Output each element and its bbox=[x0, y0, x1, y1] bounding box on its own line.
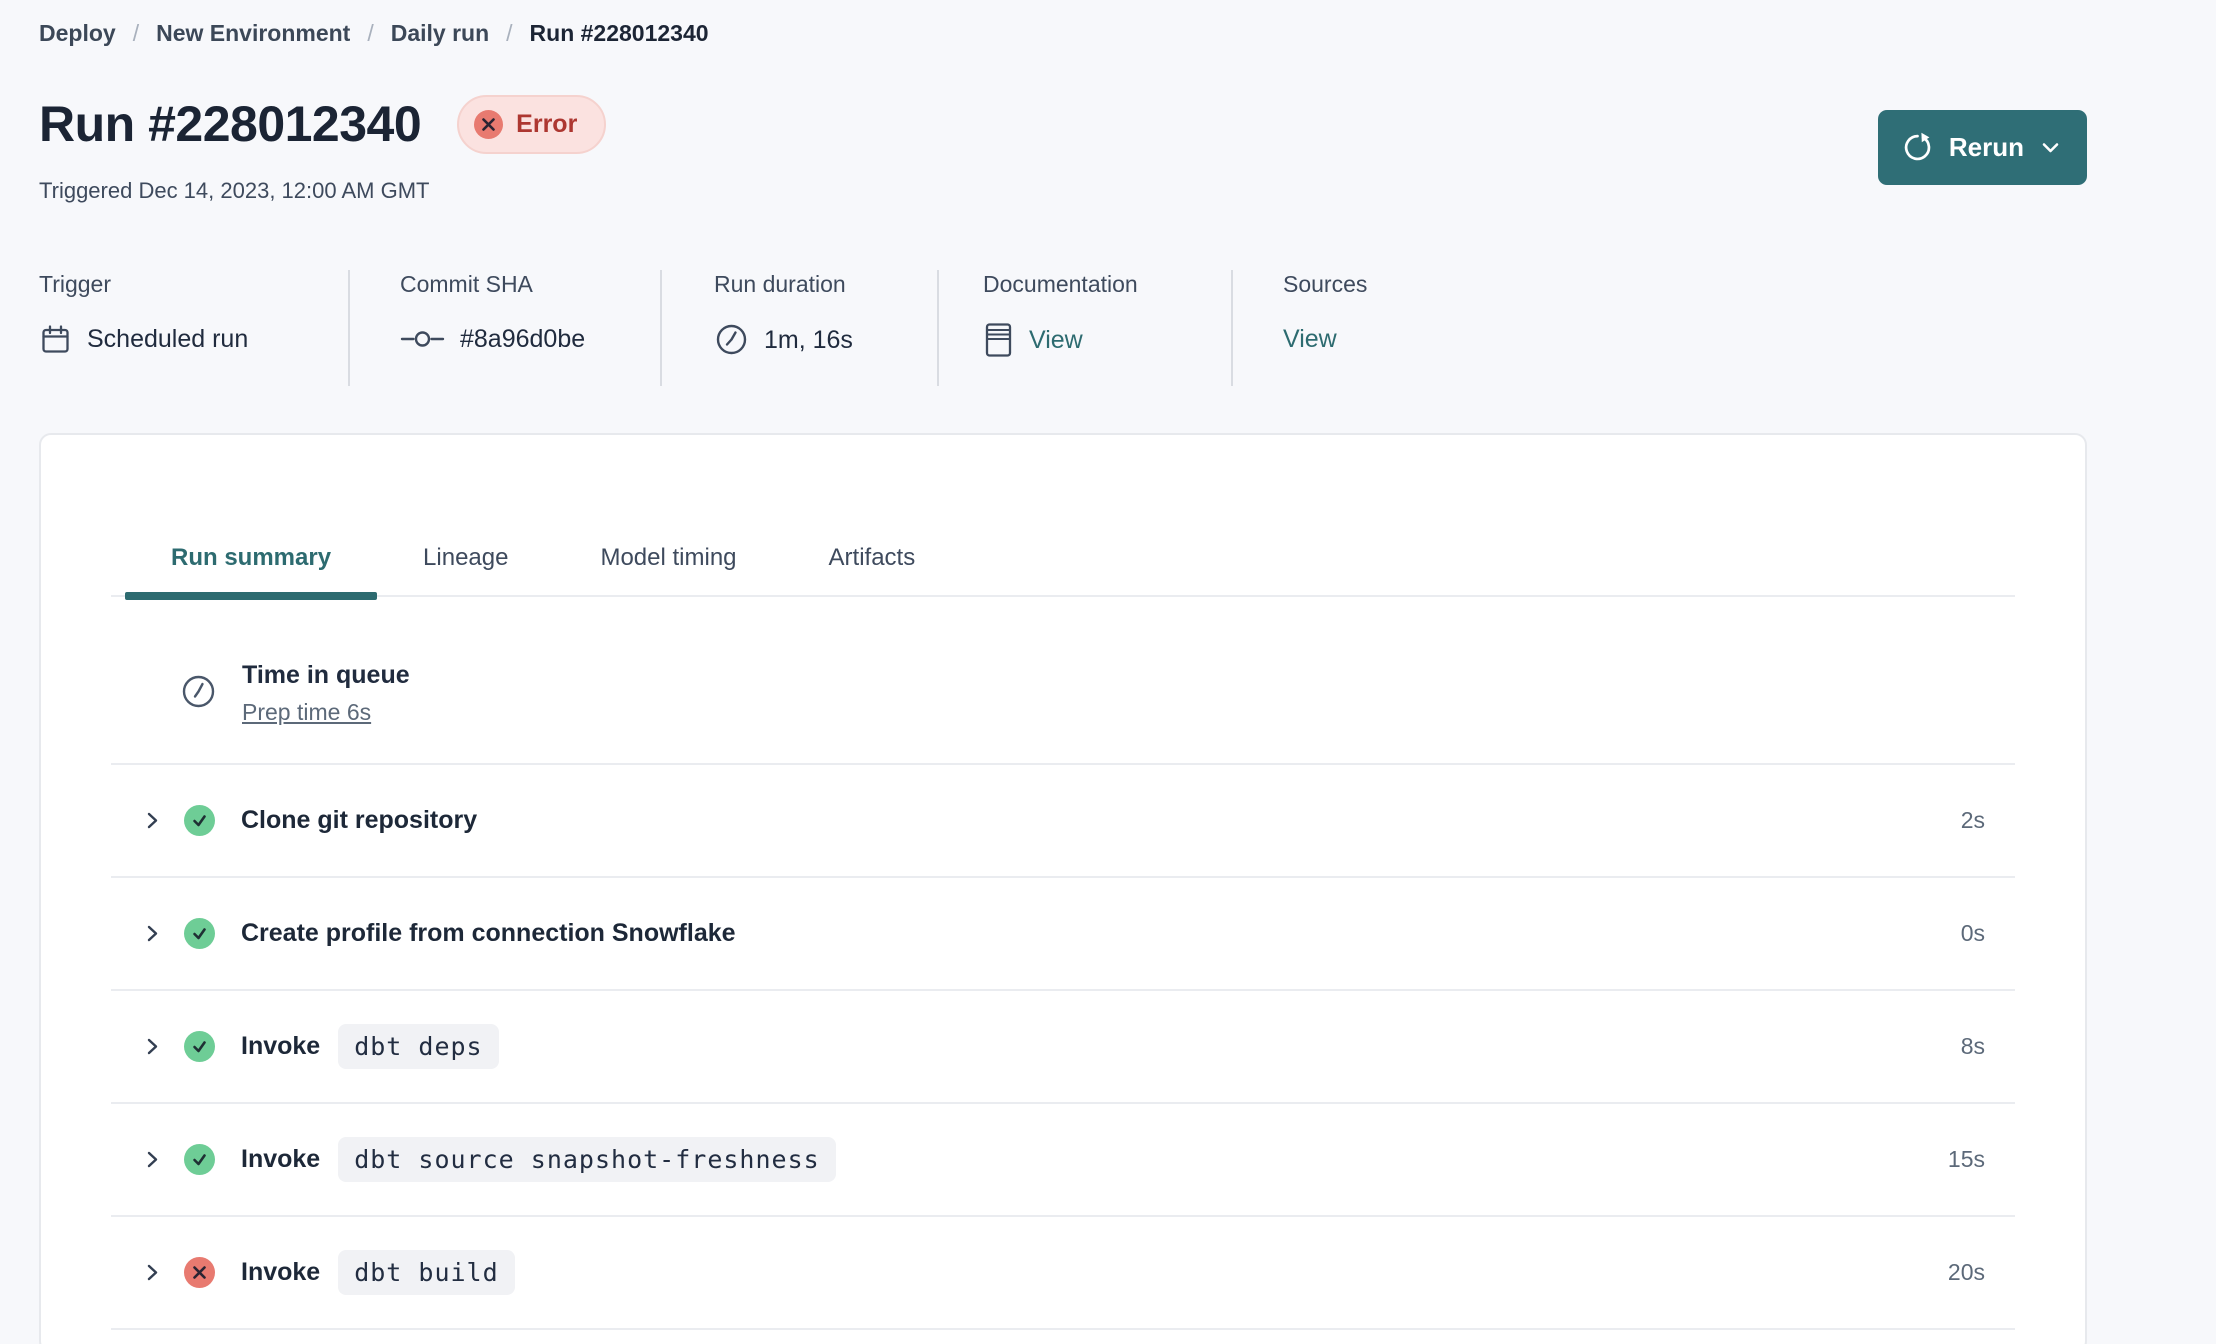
tab-lineage[interactable]: Lineage bbox=[377, 521, 554, 595]
breadcrumb-current-run: Run #228012340 bbox=[529, 20, 709, 46]
breadcrumb-deploy[interactable]: Deploy bbox=[39, 18, 116, 48]
time-in-queue-text: Time in queue Prep time 6s bbox=[242, 659, 410, 726]
page-title: Run #228012340 bbox=[39, 96, 422, 152]
breadcrumb-separator: / bbox=[367, 20, 374, 46]
rerun-button-label: Rerun bbox=[1948, 132, 2024, 162]
meta-trigger-value: Scheduled run bbox=[87, 325, 249, 353]
tab-run-summary[interactable]: Run summary bbox=[125, 521, 378, 600]
chevron-right-icon[interactable] bbox=[142, 923, 163, 944]
title-row: Run #228012340 Error bbox=[39, 92, 607, 156]
tab-model-timing[interactable]: Model timing bbox=[554, 521, 782, 595]
meta-documentation-label: Documentation bbox=[983, 271, 1138, 297]
step-row-invoke-dbt-source-snapshot-freshness[interactable]: Invoke dbt source snapshot-freshness 15s bbox=[111, 1104, 2015, 1217]
meta-duration-label: Run duration bbox=[714, 271, 846, 297]
run-meta-strip: Trigger Scheduled run Commit SHA #8a96d0… bbox=[39, 270, 1367, 386]
meta-documentation: Documentation View bbox=[939, 270, 1233, 386]
success-status-icon bbox=[184, 1144, 215, 1175]
step-title: Invoke bbox=[241, 1032, 321, 1060]
run-detail-page: Deploy / New Environment / Daily run / R… bbox=[0, 0, 2216, 1344]
chevron-right-icon[interactable] bbox=[142, 1036, 163, 1057]
tab-bar: Run summary Lineage Model timing Artifac… bbox=[111, 521, 2015, 600]
success-status-icon bbox=[184, 918, 215, 949]
meta-commit-label: Commit SHA bbox=[400, 271, 533, 297]
command-chip: dbt build bbox=[338, 1250, 515, 1295]
document-icon bbox=[983, 322, 1014, 358]
chevron-right-icon[interactable] bbox=[142, 1262, 163, 1283]
meta-sources-label: Sources bbox=[1283, 271, 1368, 297]
error-status-icon bbox=[184, 1257, 215, 1288]
step-row-create-profile[interactable]: Create profile from connection Snowflake… bbox=[111, 878, 2015, 991]
refresh-icon bbox=[1902, 132, 1933, 163]
step-duration: 8s bbox=[1960, 1033, 1985, 1059]
calendar-icon bbox=[39, 323, 72, 356]
status-badge: Error bbox=[457, 94, 607, 154]
documentation-view-link[interactable]: View bbox=[1029, 323, 1083, 357]
step-duration: 20s bbox=[1947, 1259, 1985, 1285]
breadcrumb-separator: / bbox=[132, 20, 140, 46]
chevron-down-icon bbox=[2040, 137, 2061, 158]
time-in-queue-section: Time in queue Prep time 6s bbox=[111, 597, 2015, 765]
time-in-queue-title: Time in queue bbox=[242, 661, 410, 689]
command-chip: dbt deps bbox=[338, 1024, 499, 1069]
breadcrumb: Deploy / New Environment / Daily run / R… bbox=[39, 18, 709, 48]
sources-view-link[interactable]: View bbox=[1283, 322, 1337, 356]
success-status-icon bbox=[184, 1031, 215, 1062]
meta-run-duration: Run duration 1m, 16s bbox=[662, 270, 939, 386]
breadcrumb-job[interactable]: Daily run bbox=[391, 18, 489, 48]
step-row-invoke-dbt-deps[interactable]: Invoke dbt deps 8s bbox=[111, 991, 2015, 1104]
chevron-right-icon[interactable] bbox=[142, 1149, 163, 1170]
clock-icon bbox=[180, 673, 217, 710]
step-title: Create profile from connection Snowflake bbox=[241, 919, 736, 947]
step-title: Invoke bbox=[241, 1258, 321, 1286]
prep-time-link[interactable]: Prep time 6s bbox=[242, 698, 371, 726]
clock-icon bbox=[714, 322, 749, 357]
meta-trigger-label: Trigger bbox=[39, 271, 111, 297]
step-duration: 2s bbox=[1960, 807, 1985, 833]
meta-duration-value: 1m, 16s bbox=[764, 325, 853, 354]
git-commit-icon bbox=[400, 328, 445, 350]
step-row-invoke-dbt-build[interactable]: Invoke dbt build 20s bbox=[111, 1217, 2015, 1330]
error-x-icon bbox=[474, 109, 504, 139]
step-title: Clone git repository bbox=[241, 806, 478, 834]
success-status-icon bbox=[184, 805, 215, 836]
breadcrumb-separator: / bbox=[506, 20, 513, 46]
tab-artifacts[interactable]: Artifacts bbox=[783, 521, 962, 595]
command-chip: dbt source snapshot-freshness bbox=[338, 1137, 836, 1182]
status-badge-label: Error bbox=[516, 109, 578, 138]
meta-commit-value: #8a96d0be bbox=[460, 325, 586, 353]
step-row-clone-git-repository[interactable]: Clone git repository 2s bbox=[111, 765, 2015, 878]
content-column: Deploy / New Environment / Daily run / R… bbox=[39, 0, 2087, 1344]
step-title: Invoke bbox=[241, 1145, 321, 1173]
chevron-right-icon[interactable] bbox=[142, 810, 163, 831]
run-details-card: Run summary Lineage Model timing Artifac… bbox=[39, 433, 2087, 1344]
meta-sources: Sources View bbox=[1233, 270, 1367, 386]
triggered-timestamp: Triggered Dec 14, 2023, 12:00 AM GMT bbox=[39, 178, 430, 203]
step-duration: 15s bbox=[1947, 1146, 1985, 1172]
meta-commit-sha: Commit SHA #8a96d0be bbox=[350, 270, 662, 386]
breadcrumb-environment[interactable]: New Environment bbox=[156, 18, 350, 48]
step-duration: 0s bbox=[1960, 920, 1985, 946]
rerun-button[interactable]: Rerun bbox=[1877, 110, 2087, 185]
meta-trigger: Trigger Scheduled run bbox=[39, 270, 350, 386]
